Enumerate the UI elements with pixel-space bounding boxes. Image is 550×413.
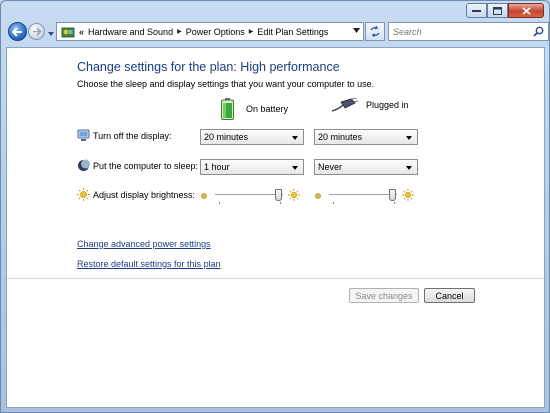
refresh-icon	[370, 26, 380, 37]
slider-track	[215, 194, 283, 196]
display-plugged-in-value: 20 minutes	[318, 132, 363, 142]
battery-icon	[221, 98, 234, 120]
sleep-plugged-in-value: Never	[318, 162, 343, 172]
column-header-plugged-in: Plugged in	[331, 98, 409, 112]
content-pane: Change settings for the plan: High perfo…	[6, 47, 545, 408]
breadcrumb-separator-icon[interactable]: ▶	[249, 28, 254, 35]
sleep-timeout-label: Put the computer to sleep:	[93, 161, 199, 171]
display-timeout-label: Turn off the display:	[93, 131, 172, 141]
chevron-down-icon	[406, 136, 412, 140]
minimize-icon	[472, 9, 481, 12]
arrow-left-icon	[12, 26, 22, 37]
dim-sun-icon	[315, 193, 321, 199]
display-plugged-in-select[interactable]: 20 minutes	[314, 129, 418, 145]
search-box[interactable]	[388, 22, 549, 41]
chevron-down-icon	[48, 32, 54, 36]
breadcrumb-overflow[interactable]: «	[79, 27, 84, 37]
forward-button[interactable]	[28, 23, 45, 40]
restore-defaults-link[interactable]: Restore default settings for this plan	[77, 259, 221, 269]
display-on-battery-value: 20 minutes	[204, 132, 249, 142]
maximize-button[interactable]	[487, 3, 508, 18]
brightness-label: Adjust display brightness:	[93, 190, 196, 200]
slider-tick	[280, 202, 281, 204]
advanced-power-settings-link[interactable]: Change advanced power settings	[77, 239, 211, 249]
bright-sun-icon	[402, 189, 414, 201]
page-subtitle: Choose the sleep and display settings th…	[77, 79, 375, 89]
search-icon[interactable]	[533, 26, 544, 37]
breadcrumb-edit-plan-settings[interactable]: Edit Plan Settings	[257, 27, 328, 37]
slider-thumb[interactable]	[274, 189, 282, 201]
window: « Hardware and Sound ▶ Power Options ▶ E…	[0, 0, 550, 413]
caption-buttons	[466, 3, 544, 18]
save-changes-button[interactable]: Save changes	[349, 288, 419, 303]
arrow-right-icon	[32, 27, 42, 36]
search-input[interactable]	[389, 26, 529, 37]
sleep-timeout-row: Put the computer to sleep: 1 hour Never	[77, 159, 437, 175]
moon-icon	[78, 159, 90, 171]
control-panel-icon	[61, 27, 75, 37]
close-button[interactable]	[508, 3, 544, 18]
brightness-row: Adjust display brightness:	[77, 188, 437, 204]
address-dropdown-icon[interactable]	[353, 28, 360, 33]
power-plug-icon	[331, 98, 358, 112]
divider	[7, 278, 544, 279]
address-bar[interactable]: « Hardware and Sound ▶ Power Options ▶ E…	[56, 22, 364, 41]
slider-thumb[interactable]	[388, 189, 396, 201]
column-label-plugged-in: Plugged in	[366, 100, 409, 110]
close-icon	[521, 6, 531, 15]
chevron-down-icon	[292, 136, 298, 140]
brightness-plugged-in-slider[interactable]	[314, 188, 414, 206]
monitor-icon	[77, 129, 90, 141]
dim-sun-icon	[201, 193, 207, 199]
cancel-button[interactable]: Cancel	[424, 288, 475, 303]
breadcrumb-hardware-and-sound[interactable]: Hardware and Sound	[88, 27, 173, 37]
display-timeout-row: Turn off the display: 20 minutes 20 minu…	[77, 129, 437, 145]
column-label-on-battery: On battery	[246, 104, 289, 114]
slider-track	[329, 194, 397, 196]
breadcrumb-separator-icon[interactable]: ▶	[177, 28, 182, 35]
display-on-battery-select[interactable]: 20 minutes	[200, 129, 304, 145]
slider-tick	[333, 202, 334, 204]
refresh-button[interactable]	[365, 22, 385, 41]
breadcrumb-power-options[interactable]: Power Options	[186, 27, 245, 37]
brightness-on-battery-slider[interactable]	[200, 188, 300, 206]
chevron-down-icon	[292, 166, 298, 170]
sun-icon	[77, 188, 90, 201]
sleep-on-battery-value: 1 hour	[204, 162, 230, 172]
slider-tick	[219, 202, 220, 204]
column-header-on-battery: On battery	[221, 98, 288, 120]
navigation-bar: « Hardware and Sound ▶ Power Options ▶ E…	[6, 20, 549, 46]
back-button[interactable]	[8, 22, 27, 41]
recent-pages-button[interactable]	[48, 28, 54, 38]
slider-tick	[394, 202, 395, 204]
maximize-icon	[493, 6, 502, 15]
page-title: Change settings for the plan: High perfo…	[77, 60, 340, 74]
minimize-button[interactable]	[466, 3, 487, 18]
sleep-on-battery-select[interactable]: 1 hour	[200, 159, 304, 175]
bright-sun-icon	[288, 189, 300, 201]
chevron-down-icon	[406, 166, 412, 170]
sleep-plugged-in-select[interactable]: Never	[314, 159, 418, 175]
